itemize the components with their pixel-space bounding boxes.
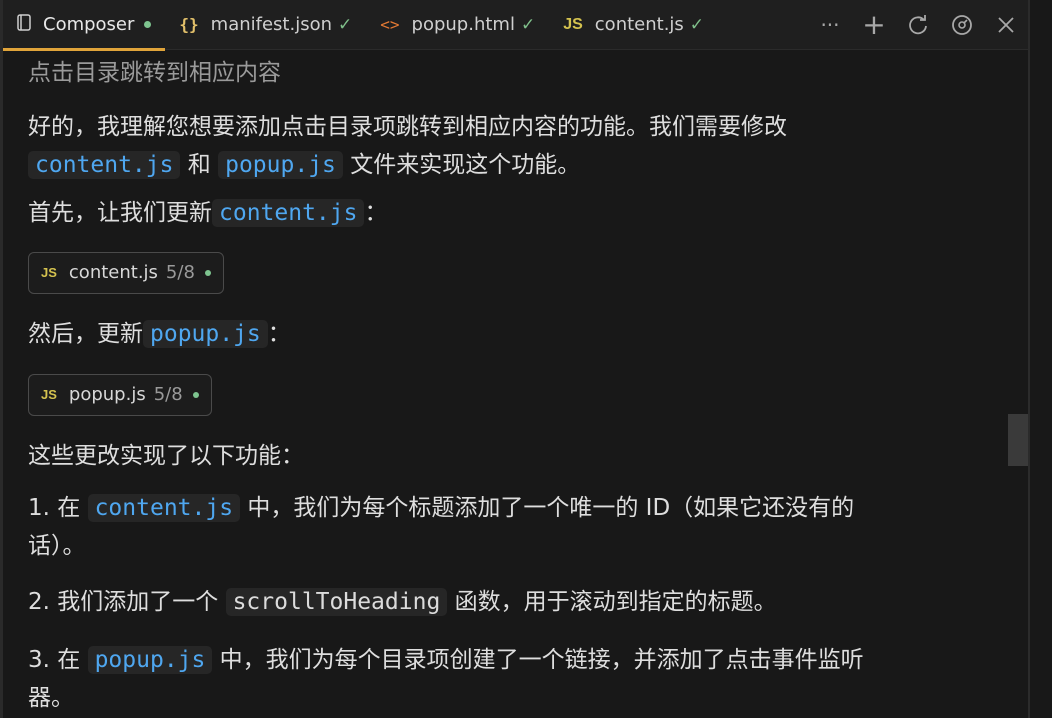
intro-text: 文件来实现这个功能。 — [350, 152, 581, 178]
tab-label: Composer — [43, 14, 135, 35]
list-text: 2. 我们添加了一个 — [28, 589, 219, 615]
html-code-icon: <> — [380, 15, 400, 34]
add-icon[interactable]: + — [862, 8, 885, 41]
history-icon[interactable] — [907, 14, 929, 36]
tab-label: content.js — [594, 14, 684, 35]
list-text: 1. 在 — [28, 495, 81, 521]
file-chip-progress: 5/8 — [165, 262, 195, 283]
step-text: ： — [267, 321, 291, 347]
window-left-border — [0, 0, 3, 718]
file-chip-popup-js[interactable]: JS popup.js 5/8 — [28, 374, 212, 416]
user-prompt: 点击目录跳转到相应内容 — [28, 60, 281, 86]
intro-text: 和 — [187, 152, 211, 178]
js-file-icon: JS — [41, 387, 57, 402]
close-icon[interactable] — [995, 14, 1017, 36]
list-text: 话）。 — [28, 533, 86, 559]
inline-code: popup.js — [87, 646, 213, 674]
unsaved-dot-icon — [144, 21, 152, 28]
inline-code: popup.js — [143, 320, 268, 348]
file-chip-progress: 5/8 — [153, 384, 183, 405]
json-braces-icon: {} — [179, 15, 199, 34]
tab-label: manifest.json — [210, 14, 333, 35]
list-text: 3. 在 — [28, 647, 81, 673]
inline-code: content.js — [28, 151, 181, 179]
js-file-icon: JS — [563, 15, 583, 33]
file-chip-content-js[interactable]: JS content.js 5/8 — [28, 252, 224, 294]
tab-actions: ··· + — [819, 8, 1029, 41]
list-item: 3. 在 popup.js 中，我们为每个目录项创建了一个链接，并添加了点击事件… — [28, 641, 988, 717]
tab-label: popup.html — [411, 14, 515, 35]
more-actions-icon[interactable]: ··· — [819, 13, 841, 37]
check-icon: ✓ — [338, 14, 353, 35]
intro-text: 好的，我理解您想要添加点击目录项跳转到相应内容的功能。我们需要修改 — [28, 114, 787, 140]
step-text: ： — [364, 200, 388, 226]
check-icon: ✓ — [520, 14, 536, 35]
js-file-icon: JS — [41, 265, 57, 280]
summary-heading: 这些更改实现了以下功能： — [28, 443, 304, 469]
chat-content: 点击目录跳转到相应内容 好的，我理解您想要添加点击目录项跳转到相应内容的功能。我… — [28, 50, 988, 718]
file-chip-name: content.js — [68, 262, 158, 283]
list-text: 中，我们为每个目录项创建了一个链接，并添加了点击事件监听 — [219, 647, 864, 673]
inline-code: content.js — [212, 199, 365, 227]
list-item: 1. 在 content.js 中，我们为每个标题添加了一个唯一的 ID（如果它… — [28, 489, 988, 565]
book-icon — [17, 14, 31, 35]
first-step-paragraph: 首先，让我们更新 content.js： — [28, 194, 988, 232]
check-icon: ✓ — [689, 14, 705, 35]
tab-content-js[interactable]: JS content.js ✓ — [549, 0, 718, 50]
step-text: 然后，更新 — [28, 321, 143, 347]
editor-tab-bar: Composer {} manifest.json ✓ <> popup.htm… — [3, 0, 1029, 51]
status-dot-icon — [192, 392, 199, 398]
status-dot-icon — [204, 270, 211, 276]
panel-right-gutter — [1030, 0, 1052, 718]
list-text: 函数，用于滚动到指定的标题。 — [454, 589, 777, 615]
then-step-paragraph: 然后，更新 popup.js： — [28, 315, 988, 353]
inline-code: content.js — [87, 494, 241, 522]
composer-window: Composer {} manifest.json ✓ <> popup.htm… — [0, 0, 1052, 718]
inline-code: scrollToHeading — [225, 588, 448, 616]
scrollbar-thumb[interactable] — [1008, 414, 1028, 466]
list-text: 器。 — [28, 685, 74, 711]
intro-paragraph: 好的，我理解您想要添加点击目录项跳转到相应内容的功能。我们需要修改 conten… — [28, 108, 988, 184]
tab-manifest-json[interactable]: {} manifest.json ✓ — [165, 0, 366, 50]
file-chip-name: popup.js — [68, 384, 146, 405]
list-item: 2. 我们添加了一个 scrollToHeading 函数，用于滚动到指定的标题… — [28, 583, 988, 621]
tab-popup-html[interactable]: <> popup.html ✓ — [366, 0, 549, 50]
inline-code: popup.js — [218, 151, 343, 179]
gauge-icon[interactable] — [951, 14, 973, 36]
step-text: 首先，让我们更新 — [28, 200, 212, 226]
tab-composer[interactable]: Composer — [3, 0, 166, 51]
list-text: 中，我们为每个标题添加了一个唯一的 ID（如果它还没有的 — [247, 495, 855, 521]
